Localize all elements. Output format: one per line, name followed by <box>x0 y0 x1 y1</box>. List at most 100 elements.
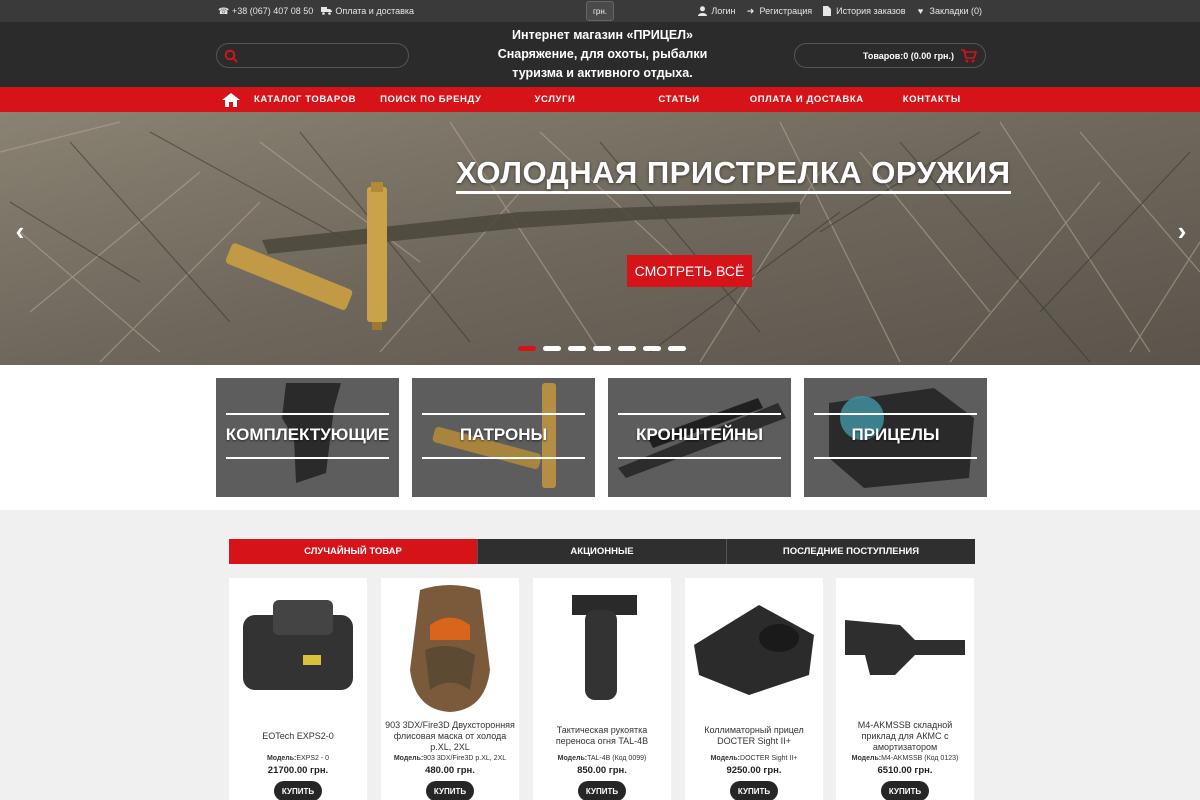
buy-button[interactable]: КУПИТЬ <box>730 781 778 800</box>
product-price: 850.00 грн. <box>577 765 627 776</box>
product-price: 6510.00 грн. <box>877 765 933 776</box>
product-image-camo-mask <box>410 585 490 712</box>
tile-top-line <box>422 413 585 415</box>
nav-catalog[interactable]: КАТАЛОГ ТОВАРОВ <box>254 94 356 105</box>
product-name[interactable]: Коллиматорный прицел DOCTER Sight II+ <box>689 718 819 754</box>
tile-top-line <box>618 413 781 415</box>
tab-random-product[interactable]: СЛУЧАЙНЫЙ ТОВАР <box>229 539 478 564</box>
login-text: Логин <box>711 6 736 16</box>
tile-bottom-line <box>226 457 389 459</box>
model-value: EXPS2 - 0 <box>296 755 330 762</box>
slider-dot[interactable] <box>668 346 686 351</box>
slider-next-arrow-icon[interactable]: › <box>1172 217 1192 245</box>
search-icon[interactable] <box>224 49 238 63</box>
order-history-text: История заказов <box>836 6 906 16</box>
register-text: Регистрация <box>759 6 813 16</box>
buy-button[interactable]: КУПИТЬ <box>578 781 626 800</box>
category-tiles-section: КОМПЛЕКТУЮЩИЕ ПАТРОНЫ КРОНШТЕЙНЫ ПРИЦЕЛЫ <box>0 365 1200 510</box>
category-label: ПАТРОНЫ <box>459 425 548 444</box>
phone-link[interactable]: ☎ +38 (067) 407 08 50 <box>218 6 313 16</box>
product-name[interactable]: 903 3DX/Fire3D Двухсторонняя флисовая ма… <box>385 718 515 754</box>
nav-services[interactable]: УСЛУГИ <box>534 94 575 105</box>
hero-title: ХОЛОДНАЯ ПРИСТРЕЛКА ОРУЖИЯ <box>456 156 1011 194</box>
model-value: M4-AKMSSB (Код 0123) <box>881 755 959 762</box>
bookmarks-text: Закладки (0) <box>929 6 982 16</box>
site-header: Интернет магазин «ПРИЦЕЛ» Снаряжение, дл… <box>0 22 1200 87</box>
delivery-link[interactable]: Оплата и доставка <box>321 6 414 16</box>
arrow-right-icon: ➜ <box>746 6 755 16</box>
slider-dot[interactable] <box>618 346 636 351</box>
login-link[interactable]: Логин <box>697 6 736 16</box>
slider-pagination <box>518 346 686 351</box>
product-price: 9250.00 грн. <box>726 765 782 776</box>
nav-contacts[interactable]: КОНТАКТЫ <box>903 94 961 105</box>
slider-dot[interactable] <box>568 346 586 351</box>
model-label: Модель: <box>851 755 882 762</box>
slider-prev-arrow-icon[interactable]: ‹ <box>10 217 30 245</box>
nav-items: КАТАЛОГ ТОВАРОВ ПОИСК ПО БРЕНДУ УСЛУГИ С… <box>222 87 961 112</box>
buy-button[interactable]: КУПИТЬ <box>426 781 474 800</box>
tile-bottom-line <box>618 457 781 459</box>
product-card[interactable]: Коллиматорный прицел DOCTER Sight II+ Мо… <box>685 578 823 800</box>
product-card[interactable]: Тактическая рукоятка переноса огня TAL-4… <box>533 578 671 800</box>
model-value: TAL-4B (Код 0099) <box>587 755 647 762</box>
product-model: Модель:DOCTER Sight II+ <box>685 755 823 762</box>
hero-view-all-button[interactable]: СМОТРЕТЬ ВСЁ <box>627 255 752 287</box>
product-card[interactable]: M4-AKMSSB складной приклад для АКМС с ам… <box>836 578 974 800</box>
tab-new-arrivals[interactable]: ПОСЛЕДНИЕ ПОСТУПЛЕНИЯ <box>727 539 975 564</box>
slider-dot[interactable] <box>643 346 661 351</box>
nav-articles[interactable]: СТАТЬИ <box>658 94 699 105</box>
category-tile-mounts[interactable]: КРОНШТЕЙНЫ <box>608 378 791 497</box>
category-tile-cartridges[interactable]: ПАТРОНЫ <box>412 378 595 497</box>
truck-icon <box>321 6 333 16</box>
currency-switcher[interactable]: грн. <box>586 1 614 21</box>
product-price: 21700.00 грн. <box>267 765 329 776</box>
cart-button[interactable]: Товаров:0 (0.00 грн.) <box>794 43 986 68</box>
model-label: Модель: <box>710 755 741 762</box>
slider-dot[interactable] <box>543 346 561 351</box>
buy-button[interactable]: КУПИТЬ <box>881 781 929 800</box>
buy-button[interactable]: КУПИТЬ <box>274 781 322 800</box>
product-name[interactable]: M4-AKMSSB складной приклад для АКМС с ам… <box>840 718 970 754</box>
shopping-cart-icon <box>961 48 977 62</box>
tagline-line-2: Снаряжение, для охоты, рыбалки <box>497 47 708 61</box>
model-value: 903 3DX/Fire3D р.XL, 2XL <box>423 755 507 762</box>
search-box[interactable] <box>216 43 409 68</box>
model-label: Модель: <box>266 755 297 762</box>
nav-brand-search[interactable]: ПОИСК ПО БРЕНДУ <box>380 94 481 105</box>
product-model: Модель:TAL-4B (Код 0099) <box>533 755 671 762</box>
order-history-link[interactable]: История заказов <box>822 6 906 16</box>
product-name[interactable]: Тактическая рукоятка переноса огня TAL-4… <box>537 718 667 754</box>
top-utility-bar: ☎ +38 (067) 407 08 50 Оплата и доставка … <box>0 0 1200 22</box>
contact-group: ☎ +38 (067) 407 08 50 Оплата и доставка <box>218 0 414 22</box>
product-model: Модель:M4-AKMSSB (Код 0123) <box>836 755 974 762</box>
model-label: Модель: <box>557 755 588 762</box>
nav-payment-delivery[interactable]: ОПЛАТА И ДОСТАВКА <box>750 94 864 105</box>
product-price: 480.00 грн. <box>425 765 475 776</box>
product-image-holographic-sight <box>243 600 353 690</box>
store-tagline: Интернет магазин «ПРИЦЕЛ» Снаряжение, дл… <box>480 26 725 83</box>
product-card[interactable]: 903 3DX/Fire3D Двухсторонняя флисовая ма… <box>381 578 519 800</box>
phone-text: +38 (067) 407 08 50 <box>232 6 314 16</box>
home-icon[interactable] <box>222 92 240 107</box>
tile-top-line <box>814 413 977 415</box>
user-icon <box>697 6 707 16</box>
delivery-text: Оплата и доставка <box>335 6 415 16</box>
product-model: Модель:903 3DX/Fire3D р.XL, 2XL <box>381 755 519 762</box>
product-model: Модель:EXPS2 - 0 <box>229 755 367 762</box>
category-tile-sights[interactable]: ПРИЦЕЛЫ <box>804 378 987 497</box>
product-tabs: СЛУЧАЙНЫЙ ТОВАР АКЦИОННЫЕ ПОСЛЕДНИЕ ПОСТ… <box>229 539 975 564</box>
register-link[interactable]: ➜ Регистрация <box>746 6 813 16</box>
document-icon <box>822 6 832 16</box>
main-navigation: КАТАЛОГ ТОВАРОВ ПОИСК ПО БРЕНДУ УСЛУГИ С… <box>0 87 1200 112</box>
tab-promotions[interactable]: АКЦИОННЫЕ <box>478 539 727 564</box>
category-label: КОМПЛЕКТУЮЩИЕ <box>225 425 390 444</box>
category-tile-components[interactable]: КОМПЛЕКТУЮЩИЕ <box>216 378 399 497</box>
bookmarks-link[interactable]: ♥ Закладки (0) <box>916 6 982 16</box>
model-label: Модель: <box>393 755 424 762</box>
slider-dot[interactable] <box>593 346 611 351</box>
product-card[interactable]: EOTech EXPS2-0 Модель:EXPS2 - 0 21700.00… <box>229 578 367 800</box>
slider-dot[interactable] <box>518 346 536 351</box>
tagline-line-1: Интернет магазин «ПРИЦЕЛ» <box>512 28 693 42</box>
product-name[interactable]: EOTech EXPS2-0 <box>233 718 363 754</box>
